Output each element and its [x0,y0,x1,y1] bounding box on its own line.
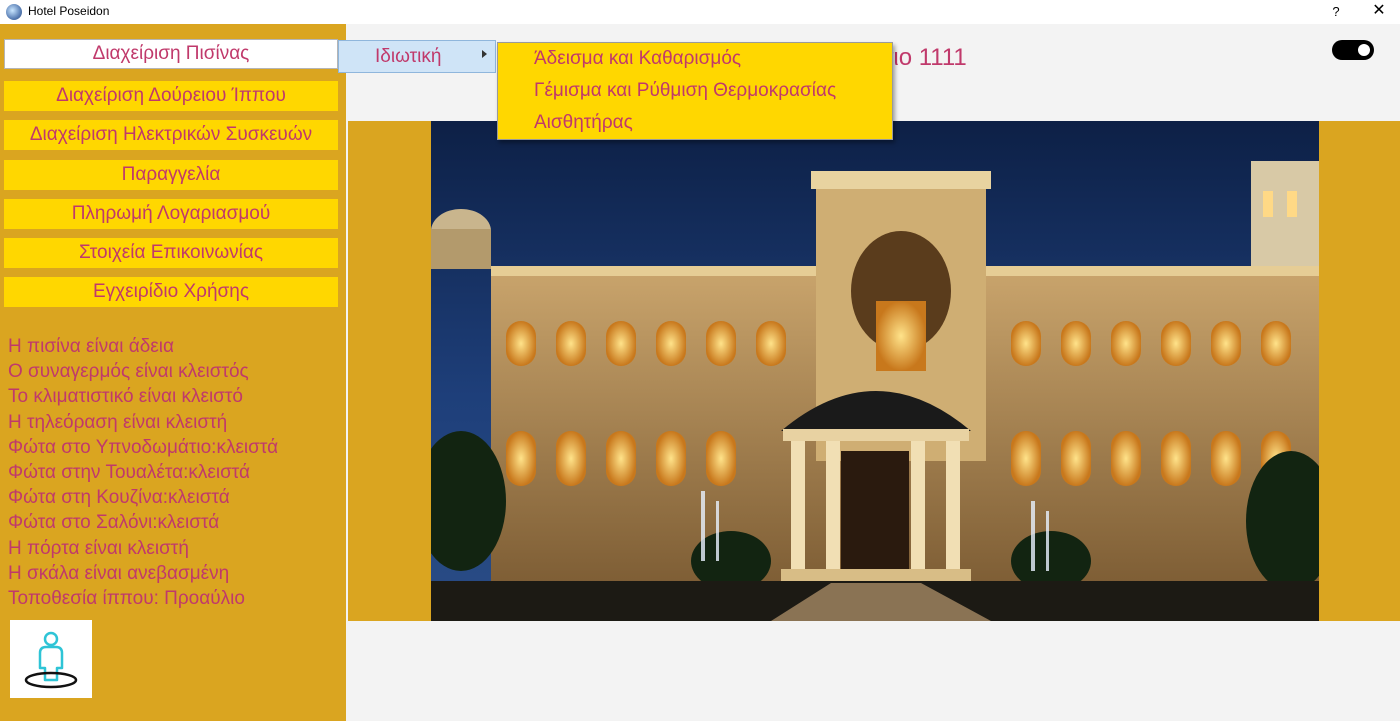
user-manual-button[interactable]: Εγχειρίδιο Χρήσης [4,277,338,307]
toggle-knob [1358,44,1370,56]
electrical-devices-button[interactable]: Διαχείριση Ηλεκτρικών Συσκευών [4,120,338,150]
help-button[interactable]: ? [1324,0,1348,24]
sidebar: Διαχείριση Πισίνας Διαχείριση Δούρειου Ί… [0,24,346,721]
app-icon [6,4,22,20]
private-submenu-label: Ιδιωτική [375,46,442,67]
pool-management-button[interactable]: Διαχείριση Πισίνας [4,39,338,69]
status-list: Η πισίνα είναι άδεια Ο συναγερμός είναι … [8,334,278,611]
status-horse-location: Τοποθεσία ίππου: Προαύλιο [8,587,245,609]
status-stairs: Η σκάλα είναι ανεβασμένη [8,562,230,584]
trojan-horse-management-button[interactable]: Διαχείριση Δούρειου Ίππου [4,81,338,111]
photo-frame [348,121,1400,621]
order-button[interactable]: Παραγγελία [4,160,338,190]
submenu-arrow-icon [482,50,487,58]
window-title: Hotel Poseidon [28,4,110,18]
status-living-room-lights: Φώτα στο Σαλόνι:κλειστά [8,512,220,534]
status-toilet-lights: Φώτα στην Τουαλέτα:κλειστά [8,461,251,483]
status-pool: Η πισίνα είναι άδεια [8,336,174,357]
empty-and-clean-item[interactable]: Άδεισμα και Καθαρισμός [534,48,741,70]
title-bar: Hotel Poseidon ? ✕ [0,0,1400,24]
status-alarm: Ο συναγερμός είναι κλειστός [8,361,249,383]
status-tv: Η τηλεόραση είναι κλειστή [8,411,228,433]
user-location-icon[interactable] [10,620,92,698]
status-door: Η πόρτα είναι κλειστή [8,537,189,559]
theme-toggle[interactable] [1332,40,1374,60]
sensor-item[interactable]: Αισθητήρας [534,112,633,134]
fill-and-temperature-item[interactable]: Γέμισμα και Ρύθμιση Θερμοκρασίας [534,80,836,102]
private-submenu[interactable]: Ιδιωτική [338,40,496,73]
close-button[interactable]: ✕ [1366,0,1392,24]
pool-actions-popup: Άδεισμα και Καθαρισμός Γέμισμα και Ρύθμι… [497,42,893,140]
contact-info-button[interactable]: Στοιχεία Επικοινωνίας [4,238,338,268]
status-bedroom-lights: Φώτα στο Υπνοδωμάτιο:κλειστά [8,436,279,458]
status-kitchen-lights: Φώτα στη Κουζίνα:κλειστά [8,487,230,509]
hotel-photo [431,121,1319,621]
bill-payment-button[interactable]: Πληρωμή Λογαριασμού [4,199,338,229]
status-air-conditioner: Το κλιματιστικό είναι κλειστό [8,386,243,408]
